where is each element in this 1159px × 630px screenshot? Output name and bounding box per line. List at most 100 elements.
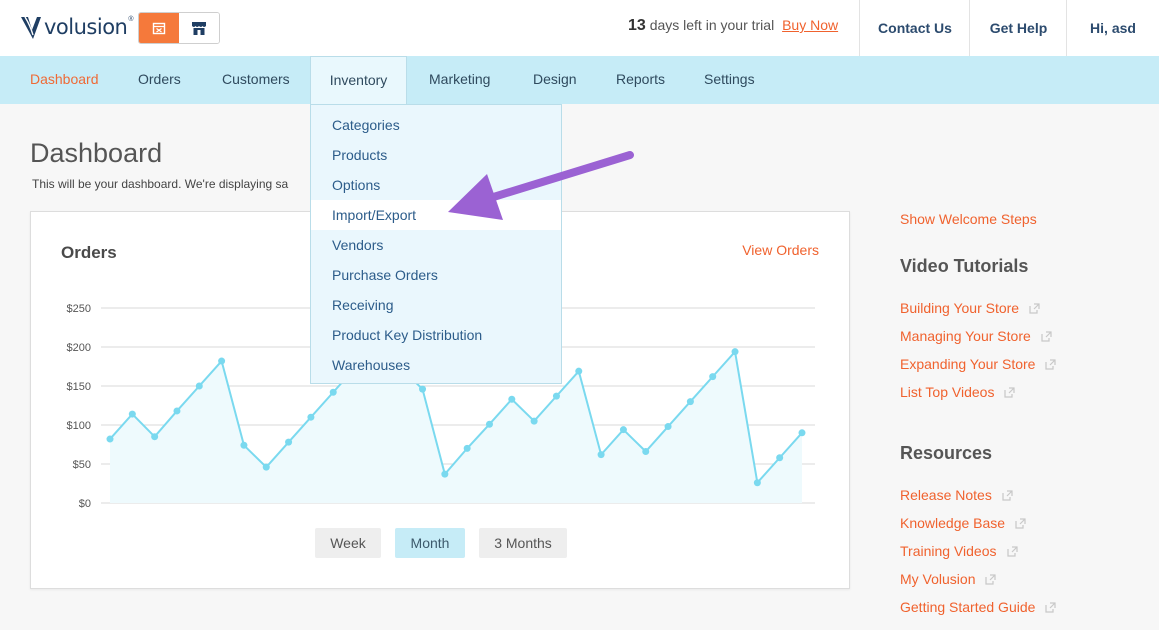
resource-link-label: Release Notes bbox=[900, 487, 992, 503]
menu-item-product-key-distribution[interactable]: Product Key Distribution bbox=[311, 320, 561, 350]
chart-data-point bbox=[262, 463, 270, 471]
menu-item-warehouses[interactable]: Warehouses bbox=[311, 350, 561, 380]
logo-registered-mark: ® bbox=[128, 16, 134, 23]
menu-item-options[interactable]: Options bbox=[311, 170, 561, 200]
chart-data-point bbox=[798, 429, 806, 437]
video-link-label: Managing Your Store bbox=[900, 328, 1031, 344]
logo-wordmark: volusion bbox=[44, 15, 128, 39]
chart-data-point bbox=[642, 448, 650, 456]
chart-data-point bbox=[106, 435, 114, 443]
menu-item-import-export[interactable]: Import/Export bbox=[311, 200, 561, 230]
view-orders-link[interactable]: View Orders bbox=[742, 242, 819, 258]
nav-customers[interactable]: Customers bbox=[222, 56, 290, 104]
external-link-icon bbox=[1002, 490, 1013, 501]
top-header: volusion ® 13 days left in your trial Bu… bbox=[0, 0, 1159, 56]
video-link-label: Building Your Store bbox=[900, 300, 1020, 316]
chart-data-point bbox=[151, 433, 159, 441]
trial-days-count: 13 bbox=[628, 17, 646, 34]
resource-link-knowledge-base[interactable]: Knowledge Base bbox=[900, 515, 1026, 531]
inventory-dropdown-menu: Categories Products Options Import/Expor… bbox=[310, 104, 562, 384]
volusion-v-icon bbox=[21, 16, 41, 39]
nav-design[interactable]: Design bbox=[533, 56, 577, 104]
chart-data-point bbox=[307, 413, 315, 421]
video-link-expanding-your-store[interactable]: Expanding Your Store bbox=[900, 356, 1057, 372]
menu-item-vendors[interactable]: Vendors bbox=[311, 230, 561, 260]
chart-data-point bbox=[441, 470, 449, 478]
resources-heading: Resources bbox=[900, 443, 993, 463]
chart-data-point bbox=[218, 357, 226, 365]
resource-link-getting-started-guide[interactable]: Getting Started Guide bbox=[900, 599, 1057, 615]
chart-data-point bbox=[285, 438, 293, 446]
show-welcome-steps-link[interactable]: Show Welcome Steps bbox=[900, 211, 1037, 227]
menu-item-products[interactable]: Products bbox=[311, 140, 561, 170]
chart-data-point bbox=[173, 407, 181, 415]
volusion-logo[interactable]: volusion ® bbox=[20, 12, 134, 42]
chart-y-tick-label: $150 bbox=[67, 381, 91, 393]
chart-data-point bbox=[195, 382, 203, 390]
video-link-building-your-store[interactable]: Building Your Store bbox=[900, 300, 1040, 316]
user-menu[interactable]: Hi, asd bbox=[1066, 0, 1159, 56]
chart-data-point bbox=[619, 426, 627, 434]
chart-data-point bbox=[709, 373, 717, 381]
chart-data-point bbox=[128, 410, 136, 418]
show-welcome-steps-label: Show Welcome Steps bbox=[900, 211, 1037, 227]
chart-data-point bbox=[463, 444, 471, 452]
nav-inventory[interactable]: Inventory bbox=[310, 56, 407, 104]
external-link-icon bbox=[1041, 331, 1052, 342]
external-link-icon bbox=[1029, 303, 1040, 314]
video-link-label: List Top Videos bbox=[900, 384, 995, 400]
trial-notice: 13 days left in your trial Buy Now bbox=[628, 17, 838, 35]
nav-dashboard[interactable]: Dashboard bbox=[30, 56, 99, 104]
main-nav: Dashboard Orders Customers Inventory Mar… bbox=[0, 56, 1159, 104]
trial-text: days left in your trial bbox=[649, 17, 775, 33]
external-link-icon bbox=[1045, 359, 1057, 370]
range-3-months-button[interactable]: 3 Months bbox=[479, 528, 567, 558]
external-link-icon bbox=[1015, 518, 1026, 529]
chart-y-tick-label: $50 bbox=[73, 459, 91, 471]
video-tutorials-heading: Video Tutorials bbox=[900, 256, 1029, 276]
resource-link-training-videos[interactable]: Training Videos bbox=[900, 543, 1018, 559]
video-link-list-top-videos[interactable]: List Top Videos bbox=[900, 384, 1016, 400]
video-link-label: Expanding Your Store bbox=[900, 356, 1036, 372]
get-help-link[interactable]: Get Help bbox=[969, 0, 1067, 56]
nav-reports[interactable]: Reports bbox=[616, 56, 665, 104]
range-week-button[interactable]: Week bbox=[315, 528, 381, 558]
nav-orders[interactable]: Orders bbox=[138, 56, 181, 104]
external-link-icon bbox=[1006, 546, 1018, 557]
chart-data-point bbox=[731, 348, 739, 356]
chart-y-tick-label: $0 bbox=[79, 498, 91, 510]
nav-settings[interactable]: Settings bbox=[704, 56, 755, 104]
video-link-managing-your-store[interactable]: Managing Your Store bbox=[900, 328, 1052, 344]
external-link-icon bbox=[1045, 602, 1057, 613]
chart-data-point bbox=[664, 423, 672, 431]
resource-link-label: Training Videos bbox=[900, 543, 997, 559]
chart-data-point bbox=[686, 398, 694, 406]
chart-data-point bbox=[329, 388, 337, 396]
menu-item-receiving[interactable]: Receiving bbox=[311, 290, 561, 320]
resource-link-my-volusion[interactable]: My Volusion bbox=[900, 571, 997, 587]
nav-marketing[interactable]: Marketing bbox=[429, 56, 490, 104]
external-link-icon bbox=[1004, 387, 1016, 398]
calendar-button[interactable] bbox=[139, 13, 179, 43]
menu-item-purchase-orders[interactable]: Purchase Orders bbox=[311, 260, 561, 290]
buy-now-link[interactable]: Buy Now bbox=[782, 17, 838, 33]
chart-data-point bbox=[485, 420, 493, 428]
storefront-button[interactable] bbox=[179, 13, 219, 43]
chart-data-point bbox=[508, 395, 516, 403]
contact-us-link[interactable]: Contact Us bbox=[859, 0, 970, 56]
page-subtitle: This will be your dashboard. We're displ… bbox=[32, 177, 289, 191]
menu-item-categories[interactable]: Categories bbox=[311, 110, 561, 140]
resource-link-label: Getting Started Guide bbox=[900, 599, 1036, 615]
header-quick-buttons bbox=[138, 12, 220, 44]
chart-data-point bbox=[552, 392, 560, 400]
chart-data-point bbox=[753, 479, 761, 487]
chart-data-point bbox=[530, 417, 538, 425]
external-link-icon bbox=[985, 574, 997, 585]
orders-card-title: Orders bbox=[61, 243, 117, 262]
chart-y-tick-label: $100 bbox=[67, 420, 91, 432]
chart-data-point bbox=[240, 441, 248, 449]
page-title: Dashboard bbox=[30, 138, 163, 168]
resource-link-release-notes[interactable]: Release Notes bbox=[900, 487, 1013, 503]
chart-y-tick-label: $200 bbox=[67, 342, 91, 354]
range-month-button[interactable]: Month bbox=[395, 528, 465, 558]
